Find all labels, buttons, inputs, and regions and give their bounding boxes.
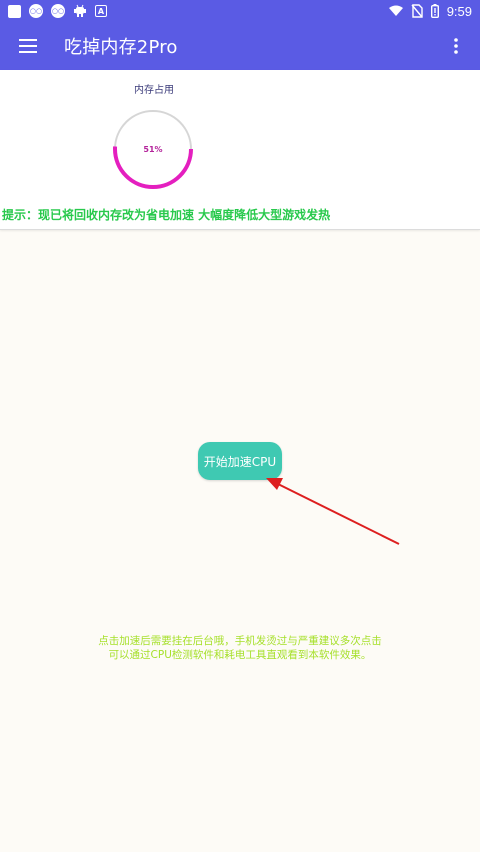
status-bar: ○○ ○○ A 9:59 [0,0,480,22]
tip-text: 提示：现已将回收内存改为省电加速 大幅度降低大型游戏发热 [2,208,331,222]
battery-icon [430,4,439,18]
gamepad-icon: ○○ [51,4,65,18]
hint-line-2: 可以通过CPU检测软件和耗电工具直观看到本软件效果。 [108,649,372,661]
clock: 9:59 [446,3,472,19]
robot-icon [73,4,87,18]
start-cpu-boost-button[interactable]: 开始加速CPU [198,442,282,480]
more-options-button[interactable] [444,22,468,70]
app-bar: 吃掉内存2Pro [0,22,480,70]
app-title: 吃掉内存2Pro [64,37,178,58]
no-sim-icon [411,4,423,18]
gamepad-icon: ○○ [29,4,43,18]
memory-usage-card: 内存占用 51% 提示：现已将回收内存改为省电加速 大幅度降低大型游戏发热 [0,70,480,230]
app-square-icon [8,4,21,18]
menu-icon [19,39,37,53]
status-left-icons: ○○ ○○ A [8,4,107,18]
memory-usage-label: 内存占用 [134,85,174,96]
menu-button[interactable] [0,22,56,70]
font-a-icon: A [95,5,107,17]
status-right-icons: 9:59 [388,3,472,19]
hint-line-1: 点击加速后需要挂在后台哦，手机发烫过与严重建议多次点击 [98,635,382,647]
memory-percent: 51% [143,144,163,154]
more-vert-icon [454,38,458,54]
hint-text: 点击加速后需要挂在后台哦，手机发烫过与严重建议多次点击 可以通过CPU检测软件和… [40,634,440,662]
wifi-icon [388,5,403,17]
